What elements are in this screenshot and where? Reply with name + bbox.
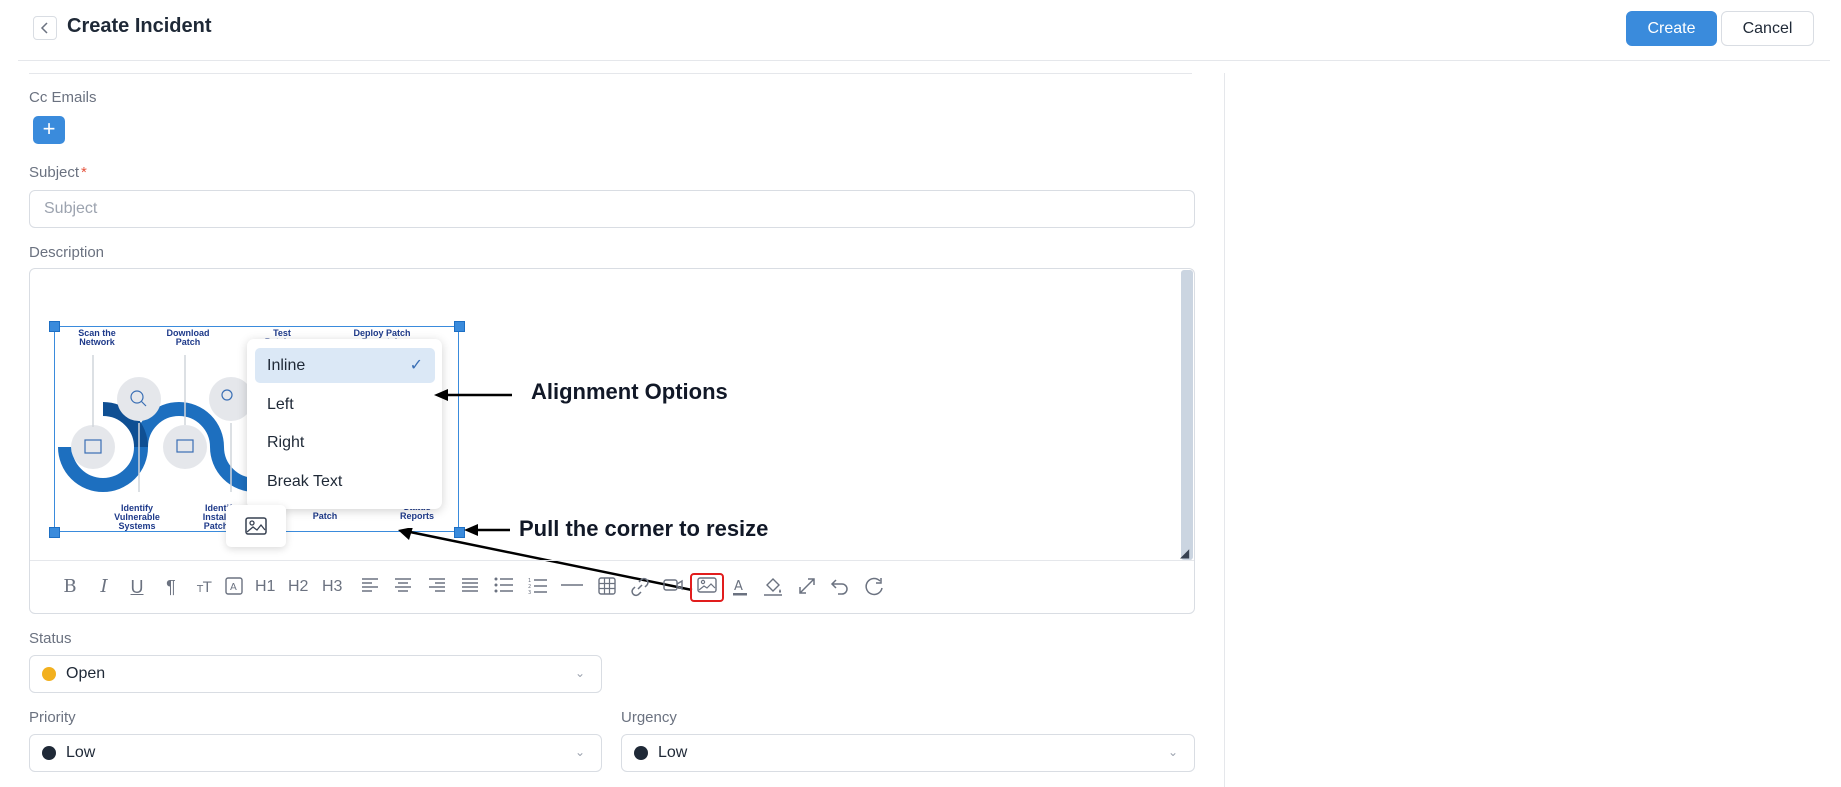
subject-label: Subject * bbox=[29, 164, 87, 181]
alignment-arrow bbox=[434, 389, 512, 401]
menu-item-label: Inline bbox=[267, 357, 306, 374]
cc-emails-label: Cc Emails bbox=[29, 89, 97, 106]
subject-placeholder: Subject bbox=[44, 200, 98, 217]
check-icon: ✓ bbox=[409, 357, 423, 374]
bold-icon[interactable]: B bbox=[60, 575, 80, 599]
urgency-select[interactable]: Low ⌄ bbox=[621, 734, 1195, 772]
font-size-icon[interactable]: TT bbox=[195, 575, 215, 599]
link-icon[interactable] bbox=[630, 575, 650, 599]
section-divider bbox=[29, 73, 1192, 74]
chevron-left-icon bbox=[40, 22, 48, 34]
caption-download: Download Patch bbox=[166, 328, 210, 347]
top-bar: Create Incident Create Cancel bbox=[0, 0, 1841, 60]
editor-resize-grip[interactable]: ◢ bbox=[1180, 546, 1192, 560]
header-divider bbox=[18, 60, 1830, 61]
cancel-button[interactable]: Cancel bbox=[1721, 11, 1814, 46]
status-label: Status bbox=[29, 630, 72, 647]
chevron-down-icon: ⌄ bbox=[574, 666, 585, 680]
page-title: Create Incident bbox=[67, 15, 212, 37]
status-select[interactable]: Open ⌄ bbox=[29, 655, 602, 693]
underline-icon[interactable]: U bbox=[127, 575, 147, 599]
editor-scrollbar[interactable] bbox=[1181, 270, 1193, 560]
subject-label-text: Subject bbox=[29, 164, 80, 181]
svg-text:3: 3 bbox=[528, 590, 531, 595]
description-label: Description bbox=[29, 244, 105, 261]
priority-dot bbox=[42, 746, 56, 760]
fill-color-icon[interactable] bbox=[763, 575, 783, 599]
urgency-dot bbox=[634, 746, 648, 760]
menu-item-break-text[interactable]: Break Text bbox=[255, 464, 435, 499]
horizontal-rule-icon[interactable] bbox=[560, 575, 584, 599]
resize-handle-bottom-left[interactable] bbox=[49, 527, 60, 538]
priority-value: Low bbox=[66, 744, 96, 761]
subject-input[interactable]: Subject bbox=[29, 190, 1195, 228]
caption-patch: Patch bbox=[312, 511, 338, 521]
priority-label: Priority bbox=[29, 709, 76, 726]
resize-annotation: Pull the corner to resize bbox=[519, 516, 769, 541]
image-options-button[interactable] bbox=[226, 505, 286, 547]
back-button[interactable] bbox=[33, 16, 57, 40]
heading-2-button[interactable]: H2 bbox=[288, 575, 308, 599]
heading-1-button[interactable]: H1 bbox=[255, 575, 275, 599]
menu-item-right[interactable]: Right bbox=[255, 425, 435, 460]
numbered-list-icon[interactable]: 123 bbox=[528, 575, 548, 599]
undo-icon[interactable] bbox=[830, 575, 850, 599]
svg-text:A: A bbox=[230, 582, 237, 593]
video-icon[interactable] bbox=[663, 575, 683, 599]
create-button[interactable]: Create bbox=[1626, 11, 1717, 46]
required-marker: * bbox=[81, 164, 87, 181]
caption-scan: Scan the Network bbox=[78, 328, 116, 347]
svg-text:A: A bbox=[734, 579, 743, 594]
paragraph-icon[interactable]: ¶ bbox=[161, 575, 181, 599]
image-icon bbox=[245, 517, 267, 535]
align-center-icon[interactable] bbox=[393, 575, 413, 599]
alignment-annotation: Alignment Options bbox=[531, 379, 728, 404]
italic-icon[interactable]: I bbox=[94, 575, 114, 599]
redo-icon[interactable] bbox=[864, 575, 884, 599]
chevron-down-icon: ⌄ bbox=[1167, 745, 1178, 759]
resize-handle-top-right[interactable] bbox=[454, 321, 465, 332]
urgency-value: Low bbox=[658, 744, 688, 761]
caption-identify: Identify Vulnerable Systems bbox=[114, 503, 160, 531]
add-cc-email-button[interactable]: + bbox=[33, 116, 65, 144]
fullscreen-icon[interactable] bbox=[797, 575, 817, 599]
menu-item-left[interactable]: Left bbox=[255, 387, 435, 422]
table-icon[interactable] bbox=[597, 575, 617, 599]
right-panel-border bbox=[1224, 73, 1225, 787]
image-alignment-menu: Inline ✓ Left Right Break Text bbox=[247, 339, 442, 509]
menu-item-inline[interactable]: Inline ✓ bbox=[255, 348, 435, 383]
bulleted-list-icon[interactable] bbox=[494, 575, 514, 599]
chevron-down-icon: ⌄ bbox=[574, 745, 585, 759]
urgency-label: Urgency bbox=[621, 709, 677, 726]
svg-text:T: T bbox=[202, 580, 212, 595]
image-button-highlight bbox=[690, 573, 724, 602]
align-left-icon[interactable] bbox=[360, 575, 380, 599]
text-box-icon[interactable]: A bbox=[224, 575, 244, 599]
heading-3-button[interactable]: H3 bbox=[322, 575, 342, 599]
align-right-icon[interactable] bbox=[427, 575, 447, 599]
resize-handle-top-left[interactable] bbox=[49, 321, 60, 332]
status-value: Open bbox=[66, 665, 106, 682]
align-justify-icon[interactable] bbox=[460, 575, 480, 599]
priority-select[interactable]: Low ⌄ bbox=[29, 734, 602, 772]
text-color-icon[interactable]: A bbox=[730, 575, 750, 599]
status-dot bbox=[42, 667, 56, 681]
